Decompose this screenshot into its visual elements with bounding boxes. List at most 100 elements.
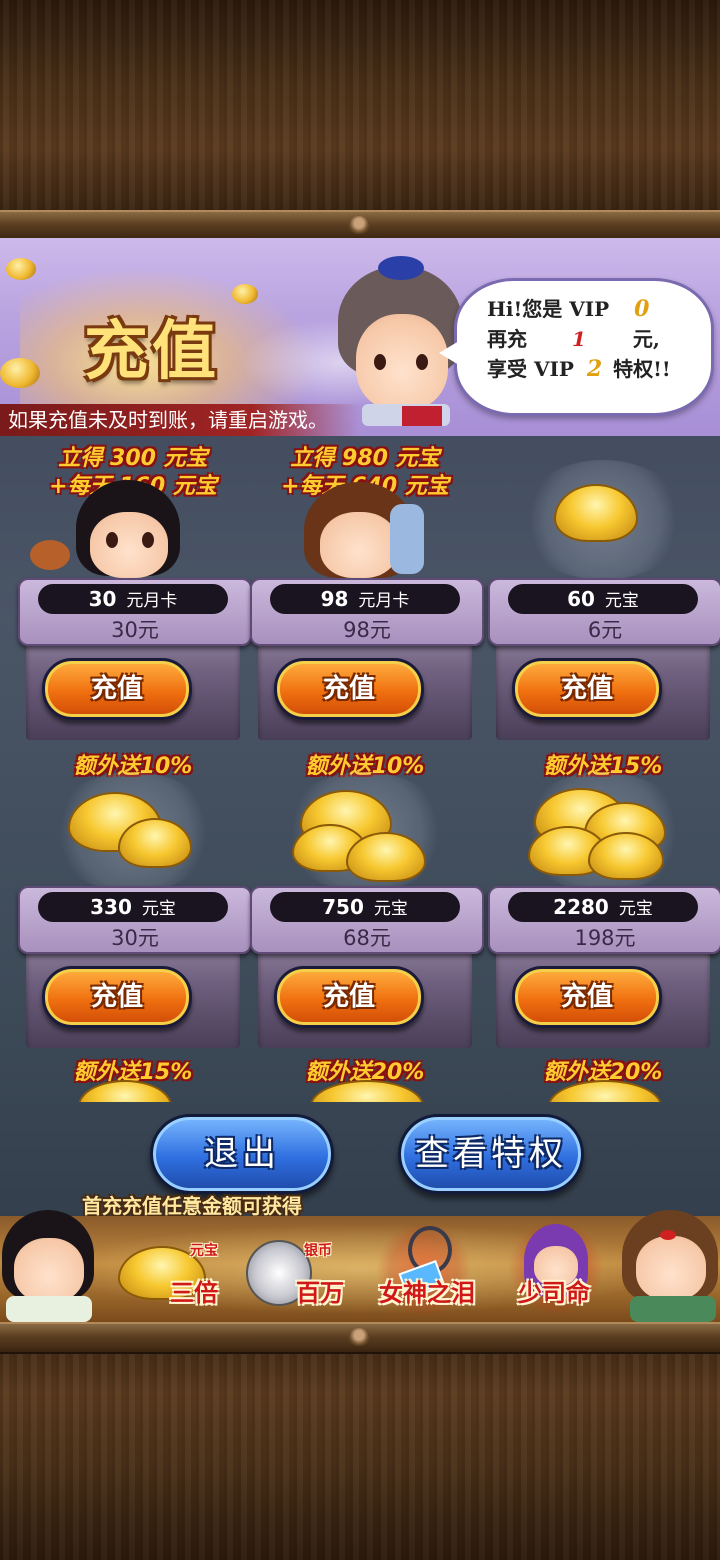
shop-item-row3-3: 额外送20% <box>488 1050 718 1102</box>
item-amount-value: 98 <box>320 587 349 611</box>
item-price: 98元 <box>343 618 391 642</box>
recharge-notice: 如果充值未及时到账，请重启游戏。 <box>0 404 360 436</box>
reward-name: 少司命 <box>518 1278 590 1307</box>
reward-small-label: 元宝 <box>190 1243 218 1259</box>
reward-small-label: 银币 <box>304 1243 332 1259</box>
recharge-button[interactable]: 充值 <box>42 966 192 1028</box>
speech-vip-label: Hi!您是 VIP <box>487 297 610 321</box>
gold-coin-icon <box>6 258 36 280</box>
recharge-panel: 充值 Hi!您是 VIP 0 再充 1 元, 享受 VIP 2 特权!! 如果充… <box>0 238 720 1322</box>
reward-shao-siming: 少司命 <box>494 1216 614 1322</box>
hero-robe <box>6 1296 92 1322</box>
hero-face <box>90 512 168 578</box>
item-shelf: 60 元宝 6元 充值 <box>488 578 720 740</box>
hero-sleeve <box>390 504 424 574</box>
chicken-leg-icon <box>30 540 70 570</box>
item-price: 6元 <box>587 618 623 642</box>
speech-line-2: 再充 1 元, <box>487 323 660 352</box>
gold-coin-icon <box>0 358 40 388</box>
item-amount-unit: 元宝 <box>618 899 653 919</box>
item-plaque: 750 元宝 68元 <box>250 886 484 954</box>
reward-name: 女神之泪 <box>379 1278 475 1307</box>
item-price: 68元 <box>343 926 391 950</box>
recharge-button[interactable]: 充值 <box>512 658 662 720</box>
item-amount: 60 元宝 <box>508 584 698 614</box>
item-amount-unit: 元宝 <box>604 591 639 611</box>
shop-row-3-clipped: 额外送15% 额外送20% 额外送20% <box>0 1050 720 1102</box>
item-plaque: 60 元宝 6元 <box>488 578 720 646</box>
gold-coin-icon <box>232 284 258 304</box>
item-plaque: 2280 元宝 198元 <box>488 886 720 954</box>
hero-robe <box>630 1296 716 1322</box>
item-amount-unit: 元月卡 <box>358 591 410 611</box>
item-amount-value: 60 <box>567 587 595 611</box>
speech-enjoy-label: 享受 VIP <box>487 357 574 381</box>
vip-speech-bubble: Hi!您是 VIP 0 再充 1 元, 享受 VIP 2 特权!! <box>439 278 714 416</box>
speech-recharge-label: 再充 <box>487 327 527 351</box>
shop-item-ingot-60: 60 元宝 6元 充值 <box>488 440 720 740</box>
shop-item-monthly-98: 立得 980 元宝 +每天 640 元宝 98元月卡 98元 充值 <box>250 440 484 740</box>
item-price: 30元 <box>111 926 159 950</box>
frame-bar-bottom <box>0 1322 720 1354</box>
item-price: 30元 <box>111 618 159 642</box>
recharge-button[interactable]: 充值 <box>274 658 424 720</box>
reward-name: 三倍 <box>170 1278 218 1307</box>
hero-face <box>320 512 398 578</box>
first-charge-rewards: 元宝 三倍 银币 百万 女神之泪 少司命 <box>0 1210 720 1322</box>
item-amount-value: 330 <box>90 895 132 919</box>
banner-title: 充值 <box>84 314 220 389</box>
hero-face <box>636 1236 706 1300</box>
item-amount-value: 30 <box>88 587 117 611</box>
npc-hair-ornament <box>378 256 424 280</box>
item-amount-unit: 元宝 <box>141 899 176 919</box>
shop-item-monthly-30: 立得 300 元宝 +每天 160 元宝 30元月卡 30元 充值 <box>18 440 252 740</box>
speech-privilege-label: 特权!! <box>613 357 671 381</box>
item-plaque: 30 元月卡 30元 <box>18 578 252 646</box>
frame-knob <box>348 1328 370 1346</box>
speech-yuan-label: 元, <box>632 327 660 351</box>
reward-silver-million: 银币 百万 <box>240 1216 360 1322</box>
npc-face <box>356 314 448 410</box>
exit-button[interactable]: 退出 <box>150 1114 334 1194</box>
wood-frame-top <box>0 0 720 212</box>
item-shelf: 2280 元宝 198元 充值 <box>488 886 720 1048</box>
recharge-button[interactable]: 充值 <box>512 966 662 1028</box>
shop-item-row3-1: 额外送15% <box>18 1050 248 1102</box>
shop-item-ingot-2280: 额外送15% 2280 元宝 198元 充值 <box>488 748 720 1048</box>
item-price: 198元 <box>574 926 636 950</box>
item-shelf: 750 元宝 68元 充值 <box>250 886 484 1048</box>
speech-line-3: 享受 VIP 2 特权!! <box>487 353 671 382</box>
reward-ingot-triple: 元宝 三倍 <box>110 1216 230 1322</box>
vip-current-level: 0 <box>634 296 650 322</box>
hero-face <box>14 1238 84 1302</box>
item-amount-unit: 元宝 <box>373 899 408 919</box>
hero-eye <box>142 532 154 548</box>
npc-eye <box>374 354 386 370</box>
item-shelf: 30 元月卡 30元 充值 <box>18 578 252 740</box>
item-plaque: 330 元宝 30元 <box>18 886 252 954</box>
speech-tail <box>439 341 459 365</box>
item-plaque: 98 元月卡 98元 <box>250 578 484 646</box>
view-privileges-button[interactable]: 查看特权 <box>398 1114 584 1194</box>
recharge-button[interactable]: 充值 <box>274 966 424 1028</box>
item-amount-value: 2280 <box>553 895 609 919</box>
item-shelf: 330 元宝 30元 充值 <box>18 886 252 1048</box>
speech-line-1: Hi!您是 VIP 0 <box>487 293 649 322</box>
item-shelf: 98 元月卡 98元 充值 <box>250 578 484 740</box>
frame-knob <box>348 216 370 234</box>
item-amount: 98 元月卡 <box>270 584 460 614</box>
shop-item-ingot-750: 额外送10% 750 元宝 68元 充值 <box>250 748 484 1048</box>
amount-needed: 1 <box>571 327 586 351</box>
shop-item-ingot-330: 额外送10% 330 元宝 30元 充值 <box>18 748 252 1048</box>
recharge-button[interactable]: 充值 <box>42 658 192 720</box>
vip-next-level: 2 <box>586 356 603 382</box>
item-amount: 30 元月卡 <box>38 584 228 614</box>
item-amount-unit: 元月卡 <box>126 591 178 611</box>
item-amount: 2280 元宝 <box>508 892 698 922</box>
shop-item-row3-2: 额外送20% <box>250 1050 480 1102</box>
hero-eye <box>106 532 118 548</box>
item-amount: 330 元宝 <box>38 892 228 922</box>
item-amount: 750 元宝 <box>270 892 460 922</box>
first-charge-title: 首充充值任意金额可获得 <box>82 1194 302 1218</box>
hero-forehead-gem <box>660 1230 676 1240</box>
